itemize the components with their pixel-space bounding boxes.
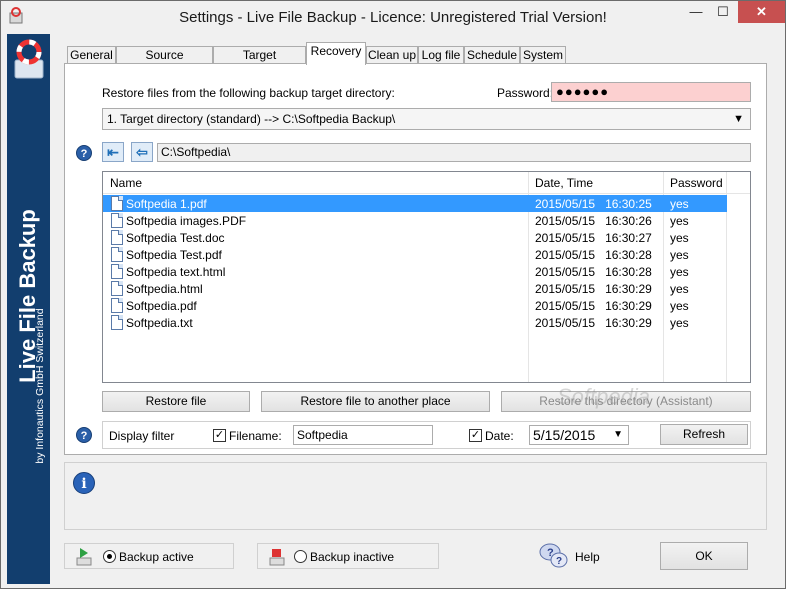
- restore-file-button[interactable]: Restore file: [102, 391, 250, 412]
- file-icon: [111, 196, 123, 211]
- recovery-panel: Restore files from the following backup …: [64, 63, 767, 455]
- date-value: 5/15/2015: [533, 427, 596, 443]
- settings-window: Settings - Live File Backup - Licence: U…: [0, 0, 786, 589]
- help-icon[interactable]: ?: [76, 145, 92, 161]
- file-icon: [111, 264, 123, 279]
- file-password: yes: [670, 265, 689, 279]
- backup-inactive-label: Backup inactive: [310, 550, 395, 564]
- backup-active-label: Backup active: [119, 550, 194, 564]
- back-arrow-icon[interactable]: ⇦: [131, 142, 153, 162]
- file-row[interactable]: Softpedia Test.pdf 2015/05/15 16:30:28 y…: [103, 246, 727, 263]
- file-date: 2015/05/15 16:30:29: [535, 316, 652, 330]
- file-name: Softpedia Test.doc: [126, 231, 225, 245]
- help-label: Help: [575, 550, 600, 564]
- watermark: Softpedia: [557, 384, 650, 409]
- minimize-button[interactable]: —: [682, 1, 710, 23]
- backup-active-group: Backup active: [64, 543, 234, 569]
- file-icon: [111, 298, 123, 313]
- file-date: 2015/05/15 16:30:28: [535, 248, 652, 262]
- restore-from-label: Restore files from the following backup …: [102, 86, 395, 100]
- file-date: 2015/05/15 16:30:28: [535, 265, 652, 279]
- file-name: Softpedia.pdf: [126, 299, 197, 313]
- play-icon: [76, 548, 92, 566]
- target-directory-value: 1. Target directory (standard) --> C:\So…: [107, 112, 396, 126]
- svg-text:?: ?: [556, 556, 562, 567]
- window-title: Settings - Live File Backup - Licence: U…: [179, 9, 607, 26]
- file-name: Softpedia images.PDF: [126, 214, 247, 228]
- file-row[interactable]: Softpedia.pdf 2015/05/15 16:30:29 yes: [103, 297, 727, 314]
- info-area: i: [64, 462, 767, 530]
- stop-icon: [269, 549, 285, 566]
- current-path-field: C:\Softpedia\: [157, 143, 751, 162]
- backup-active-radio[interactable]: [103, 550, 116, 563]
- lifebuoy-logo-icon: [14, 39, 44, 79]
- file-password: yes: [670, 197, 689, 211]
- file-name: Softpedia.txt: [126, 316, 193, 330]
- file-icon: [111, 247, 123, 262]
- backup-inactive-group: Backup inactive: [257, 543, 439, 569]
- tab-recovery[interactable]: Recovery: [306, 42, 366, 65]
- maximize-button[interactable]: ☐: [709, 1, 737, 23]
- ok-button[interactable]: OK: [660, 542, 748, 570]
- filename-filter-checkbox[interactable]: ✓: [213, 429, 226, 442]
- restore-to-another-place-button[interactable]: Restore file to another place: [261, 391, 490, 412]
- file-date: 2015/05/15 16:30:29: [535, 299, 652, 313]
- vendor-name: by Infonautics GmbH Switzerland: [34, 308, 46, 464]
- file-name: Softpedia text.html: [126, 265, 226, 279]
- file-password: yes: [670, 231, 689, 245]
- file-icon: [111, 213, 123, 228]
- help-button[interactable]: ? ? Help: [539, 541, 609, 571]
- target-directory-select[interactable]: 1. Target directory (standard) --> C:\So…: [102, 108, 751, 130]
- file-row[interactable]: Softpedia Test.doc 2015/05/15 16:30:27 y…: [103, 229, 727, 246]
- file-row[interactable]: Softpedia.html 2015/05/15 16:30:29 yes: [103, 280, 727, 297]
- file-row[interactable]: Softpedia.txt 2015/05/15 16:30:29 yes: [103, 314, 727, 331]
- file-row[interactable]: Softpedia 1.pdf 2015/05/15 16:30:25 yes: [103, 195, 727, 212]
- date-label: Date:: [485, 429, 514, 443]
- file-password: yes: [670, 299, 689, 313]
- backup-inactive-radio[interactable]: [294, 550, 307, 563]
- file-icon: [111, 230, 123, 245]
- file-password: yes: [670, 316, 689, 330]
- file-row[interactable]: Softpedia images.PDF 2015/05/15 16:30:26…: [103, 212, 727, 229]
- chevron-down-icon: ▼: [733, 113, 744, 125]
- date-filter-checkbox[interactable]: ✓: [469, 429, 482, 442]
- display-filter-label: Display filter: [109, 429, 175, 443]
- password-label: Password:: [497, 86, 554, 100]
- file-row[interactable]: Softpedia text.html 2015/05/15 16:30:28 …: [103, 263, 727, 280]
- brand-sidebar: Live File Backup by Infonautics GmbH Swi…: [7, 34, 50, 584]
- file-name: Softpedia.html: [126, 282, 203, 296]
- file-password: yes: [670, 282, 689, 296]
- file-icon: [111, 281, 123, 296]
- svg-text:?: ?: [547, 547, 554, 559]
- file-password: yes: [670, 248, 689, 262]
- file-name: Softpedia Test.pdf: [126, 248, 222, 262]
- filter-help-icon[interactable]: ?: [76, 427, 92, 443]
- file-date: 2015/05/15 16:30:29: [535, 282, 652, 296]
- file-date: 2015/05/15 16:30:27: [535, 231, 652, 245]
- header-name[interactable]: Name: [110, 176, 142, 190]
- chevron-down-icon: ▼: [613, 429, 623, 440]
- file-name: Softpedia 1.pdf: [126, 197, 207, 211]
- filename-filter-input[interactable]: Softpedia: [293, 425, 433, 445]
- filename-label: Filename:: [229, 429, 282, 443]
- go-up-icon[interactable]: ⇤: [102, 142, 124, 162]
- help-bubble-icon: ? ?: [539, 543, 568, 568]
- file-date: 2015/05/15 16:30:26: [535, 214, 652, 228]
- close-button[interactable]: ✕: [738, 1, 785, 23]
- header-date-time[interactable]: Date, Time: [535, 176, 593, 190]
- refresh-button[interactable]: Refresh: [660, 424, 748, 445]
- file-password: yes: [670, 214, 689, 228]
- password-field[interactable]: ●●●●●●: [551, 82, 751, 102]
- file-list[interactable]: Name Date, Time Password Softpedia 1.pdf…: [102, 171, 751, 383]
- file-icon: [111, 315, 123, 330]
- display-filter-group: Display filter ✓ Filename: Softpedia ✓ D…: [102, 421, 751, 449]
- header-password[interactable]: Password: [670, 176, 723, 190]
- title-bar: Settings - Live File Backup - Licence: U…: [1, 1, 785, 33]
- file-date: 2015/05/15 16:30:25: [535, 197, 652, 211]
- info-icon: i: [73, 472, 95, 494]
- list-header: Name Date, Time Password: [103, 172, 750, 194]
- date-filter-picker[interactable]: 5/15/2015 ▼: [529, 425, 629, 445]
